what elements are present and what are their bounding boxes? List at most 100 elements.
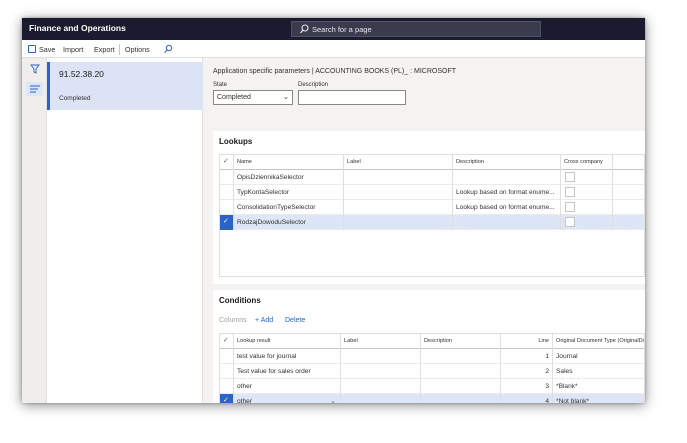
state-dropdown[interactable]: Completed ⌄ bbox=[213, 90, 293, 105]
lookup-result-cell[interactable]: other bbox=[234, 379, 341, 394]
column-header-line[interactable]: Line bbox=[501, 334, 553, 349]
column-header-original-document-type[interactable]: Original Document Type (OriginalDo... bbox=[553, 334, 644, 349]
table-row-selected[interactable]: ✓ RodzajDowoduSelector bbox=[220, 215, 644, 230]
document-type-cell[interactable]: *Blank* bbox=[553, 379, 644, 394]
import-button[interactable]: Import bbox=[63, 45, 83, 54]
description-cell[interactable]: Lookup based on format enume... bbox=[453, 200, 561, 215]
document-type-cell[interactable]: Sales bbox=[553, 364, 644, 379]
description-cell[interactable] bbox=[421, 364, 501, 379]
action-pane: Save Import Export Options bbox=[22, 40, 645, 58]
name-cell[interactable]: RodzajDowoduSelector bbox=[234, 215, 344, 230]
table-row[interactable]: TypKontaSelector Lookup based on format … bbox=[220, 185, 644, 200]
name-cell[interactable]: OpisDziennikaSelector bbox=[234, 170, 344, 185]
column-header-label[interactable]: Label bbox=[344, 155, 453, 170]
chevron-down-icon[interactable]: ⌄ bbox=[330, 394, 336, 403]
search-box[interactable]: Search for a page bbox=[291, 21, 541, 37]
save-icon bbox=[28, 45, 36, 53]
delete-button[interactable]: Delete bbox=[285, 317, 305, 324]
name-cell[interactable]: ConsolidationTypeSelector bbox=[234, 200, 344, 215]
search-icon bbox=[300, 24, 309, 34]
table-row[interactable]: ConsolidationTypeSelector Lookup based o… bbox=[220, 200, 644, 215]
line-cell[interactable]: 4 bbox=[501, 394, 553, 403]
description-cell[interactable] bbox=[421, 394, 501, 403]
list-item-status: Completed bbox=[59, 95, 91, 102]
name-cell[interactable]: TypKontaSelector bbox=[234, 185, 344, 200]
row-selector[interactable] bbox=[220, 379, 234, 394]
column-header-cross-company[interactable]: Cross company bbox=[561, 155, 613, 170]
column-header-description[interactable]: Description bbox=[421, 334, 501, 349]
table-row[interactable]: test value for journal 1 Journal bbox=[220, 349, 644, 364]
label-cell[interactable] bbox=[344, 200, 453, 215]
row-selector[interactable]: ✓ bbox=[220, 215, 234, 230]
cross-company-cell bbox=[561, 170, 613, 185]
select-all-checkbox[interactable]: ✓ bbox=[220, 334, 234, 349]
label-cell[interactable] bbox=[341, 364, 421, 379]
description-field[interactable] bbox=[298, 90, 406, 105]
line-cell[interactable]: 3 bbox=[501, 379, 553, 394]
toolbar-divider bbox=[119, 44, 120, 55]
column-header-name[interactable]: Name bbox=[234, 155, 344, 170]
filter-button[interactable] bbox=[26, 62, 43, 76]
row-selector[interactable] bbox=[220, 170, 234, 185]
row-selector[interactable] bbox=[220, 200, 234, 215]
conditions-section: Conditions Columns + Add Delete ✓ Lookup… bbox=[213, 290, 645, 403]
checkmark-icon: ✓ bbox=[223, 218, 229, 225]
cross-company-checkbox[interactable] bbox=[565, 202, 575, 212]
application-window: Finance and Operations Search for a page… bbox=[22, 18, 645, 403]
search-placeholder: Search for a page bbox=[312, 25, 372, 34]
checkmark-icon: ✓ bbox=[223, 337, 229, 344]
cross-company-checkbox[interactable] bbox=[565, 187, 575, 197]
description-cell[interactable] bbox=[421, 379, 501, 394]
breadcrumb: Application specific parameters | ACCOUN… bbox=[213, 68, 456, 75]
conditions-title: Conditions bbox=[219, 296, 261, 305]
select-all-checkbox[interactable]: ✓ bbox=[220, 155, 234, 170]
description-cell[interactable] bbox=[421, 349, 501, 364]
row-selector[interactable]: ✓ bbox=[220, 394, 234, 403]
label-cell[interactable] bbox=[341, 394, 421, 403]
document-type-cell[interactable]: Journal bbox=[553, 349, 644, 364]
search-icon[interactable] bbox=[163, 44, 173, 54]
column-header-label[interactable]: Label bbox=[341, 334, 421, 349]
table-row[interactable]: other 3 *Blank* bbox=[220, 379, 644, 394]
cross-company-checkbox[interactable] bbox=[565, 217, 575, 227]
description-cell[interactable]: Lookup based on format enume... bbox=[453, 185, 561, 200]
table-row[interactable]: Test value for sales order 2 Sales bbox=[220, 364, 644, 379]
column-header-lookup-result[interactable]: Lookup result bbox=[234, 334, 341, 349]
line-cell[interactable]: 1 bbox=[501, 349, 553, 364]
list-item-title: 91.52.38.20 bbox=[59, 69, 104, 79]
state-label: State bbox=[213, 82, 228, 88]
add-button[interactable]: + Add bbox=[255, 317, 273, 324]
description-cell[interactable] bbox=[453, 170, 561, 185]
lookup-result-dropdown[interactable]: other ⌄ bbox=[234, 394, 341, 403]
row-selector[interactable] bbox=[220, 349, 234, 364]
app-title: Finance and Operations bbox=[29, 23, 126, 33]
lookup-result-cell[interactable]: test value for journal bbox=[234, 349, 341, 364]
description-cell[interactable] bbox=[453, 215, 561, 230]
chevron-down-icon[interactable]: ⌄ bbox=[642, 394, 644, 403]
line-cell[interactable]: 2 bbox=[501, 364, 553, 379]
label-cell[interactable] bbox=[344, 170, 453, 185]
row-selector[interactable] bbox=[220, 364, 234, 379]
options-button[interactable]: Options bbox=[125, 45, 150, 54]
row-selector[interactable] bbox=[220, 185, 234, 200]
list-item[interactable]: 91.52.38.20 Completed bbox=[47, 62, 203, 110]
save-button[interactable]: Save bbox=[39, 45, 55, 54]
label-cell[interactable] bbox=[341, 349, 421, 364]
grid-header: ✓ Name Label Description Cross company bbox=[220, 155, 644, 170]
table-row[interactable]: OpisDziennikaSelector bbox=[220, 170, 644, 185]
lookup-result-cell[interactable]: Test value for sales order bbox=[234, 364, 341, 379]
table-row-selected[interactable]: ✓ other ⌄ 4 *Not blank* ⌄ bbox=[220, 394, 644, 403]
document-type-dropdown[interactable]: *Not blank* ⌄ bbox=[553, 394, 644, 403]
cross-company-checkbox[interactable] bbox=[565, 172, 575, 182]
label-cell[interactable] bbox=[344, 185, 453, 200]
columns-button[interactable]: Columns bbox=[219, 317, 247, 324]
checkmark-icon: ✓ bbox=[223, 158, 229, 165]
left-nav-rail bbox=[22, 58, 47, 403]
grid-header: ✓ Lookup result Label Description Line O… bbox=[220, 334, 644, 349]
list-view-button[interactable] bbox=[26, 82, 43, 96]
export-button[interactable]: Export bbox=[94, 45, 115, 54]
label-cell[interactable] bbox=[341, 379, 421, 394]
label-cell[interactable] bbox=[344, 215, 453, 230]
lookup-result-value: other bbox=[237, 398, 253, 403]
column-header-description[interactable]: Description bbox=[453, 155, 561, 170]
